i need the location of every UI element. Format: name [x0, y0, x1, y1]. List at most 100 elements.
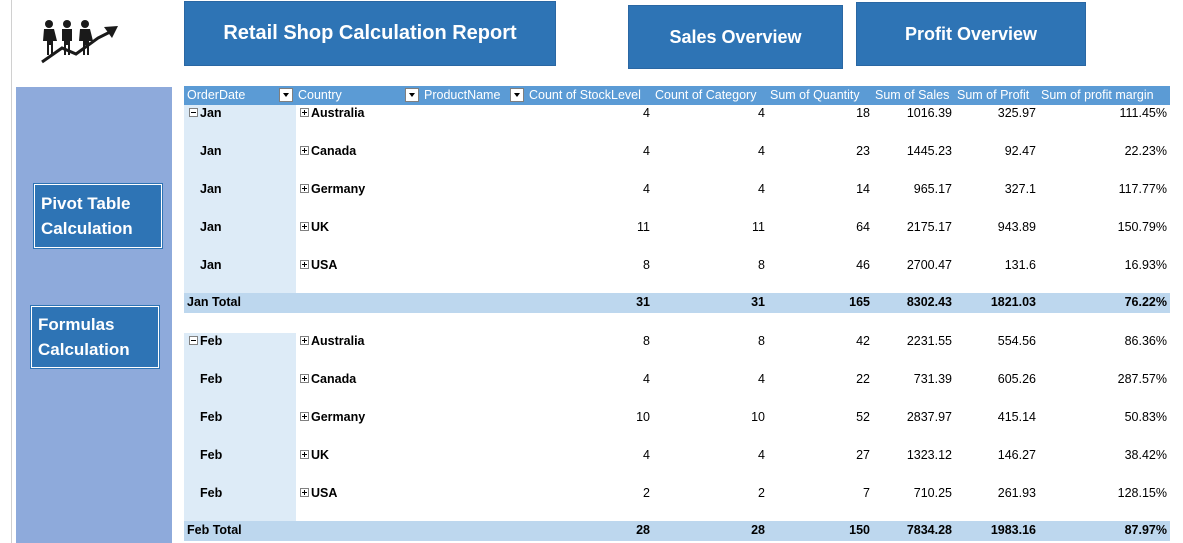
row-orderdate[interactable]: Jan [189, 106, 222, 120]
cell-sales: 2700.47 [906, 258, 952, 272]
cell-profit: 415.14 [997, 410, 1036, 424]
total-label: Jan Total [187, 295, 241, 309]
cell-category: 4 [758, 182, 765, 196]
row-country[interactable]: Canada [300, 144, 356, 158]
orderdate-filter-dropdown-icon[interactable] [279, 88, 293, 102]
expand-icon[interactable] [300, 412, 309, 421]
cell-sales: 2231.55 [906, 334, 952, 348]
country-label: Australia [311, 106, 365, 120]
row-country[interactable]: Canada [300, 372, 356, 386]
cell-sales: 1445.23 [906, 144, 952, 158]
row-country[interactable]: UK [300, 448, 329, 462]
row-country[interactable]: UK [300, 220, 329, 234]
expand-icon[interactable] [300, 260, 309, 269]
col-header-orderdate: OrderDate [187, 88, 246, 102]
expand-icon[interactable] [300, 336, 309, 345]
cell-qty: 7 [863, 486, 870, 500]
col-header-sum-quantity: Sum of Quantity [770, 88, 860, 102]
row-country[interactable]: Australia [300, 334, 365, 348]
row-country[interactable]: Germany [300, 410, 365, 424]
cell-sales: 710.25 [913, 486, 952, 500]
total-qty: 150 [849, 523, 870, 537]
row-country[interactable]: Australia [300, 106, 365, 120]
cell-category: 8 [758, 258, 765, 272]
country-filter-dropdown-icon[interactable] [405, 88, 419, 102]
row-country[interactable]: USA [300, 258, 337, 272]
pivot-button-line-2: Calculation [41, 219, 133, 238]
orderdate-label: Feb [200, 372, 223, 386]
country-label: UK [311, 448, 330, 462]
pivot-table-calculation-button[interactable]: Pivot Table Calculation [33, 183, 163, 249]
cell-margin: 50.83% [1124, 410, 1167, 424]
row-orderdate: Jan [200, 182, 222, 196]
formulas-calculation-button[interactable]: Formulas Calculation [30, 305, 160, 369]
cell-stock: 4 [643, 106, 650, 120]
cell-sales: 1016.39 [906, 106, 952, 120]
total-sales: 8302.43 [906, 295, 952, 309]
cell-stock: 8 [643, 258, 650, 272]
cell-margin: 86.36% [1124, 334, 1167, 348]
row-country[interactable]: Germany [300, 182, 365, 196]
cell-qty: 42 [856, 334, 870, 348]
total-profit: 1983.16 [990, 523, 1036, 537]
sales-overview-button[interactable]: Sales Overview [628, 5, 843, 69]
people-growth-icon [41, 20, 118, 64]
pivot-header-row: OrderDate Country ProductName Count of S… [184, 86, 1170, 105]
col-header-country: Country [298, 88, 342, 102]
expand-icon[interactable] [300, 108, 309, 117]
country-label: Germany [311, 182, 366, 196]
orderdate-label: Feb [200, 486, 223, 500]
report-title-button[interactable]: Retail Shop Calculation Report [184, 1, 556, 66]
total-qty: 165 [849, 295, 870, 309]
cell-profit: 325.97 [997, 106, 1036, 120]
total-margin: 87.97% [1124, 523, 1167, 537]
cell-margin: 111.45% [1119, 106, 1168, 120]
cell-qty: 64 [856, 220, 870, 234]
country-label: Australia [311, 334, 365, 348]
expand-icon[interactable] [300, 184, 309, 193]
expand-icon[interactable] [300, 222, 309, 231]
country-label: UK [311, 220, 330, 234]
cell-stock: 4 [643, 448, 650, 462]
cell-sales: 965.17 [913, 182, 952, 196]
cell-stock: 11 [637, 220, 650, 234]
total-profit: 1821.03 [990, 295, 1036, 309]
cell-profit: 146.27 [997, 448, 1036, 462]
collapse-icon[interactable] [189, 108, 198, 117]
profit-overview-button[interactable]: Profit Overview [856, 2, 1086, 66]
expand-icon[interactable] [300, 450, 309, 459]
total-category: 28 [751, 523, 765, 537]
expand-icon[interactable] [300, 146, 309, 155]
sheet-left-edge [0, 0, 12, 543]
row-orderdate: Feb [200, 448, 222, 462]
row-orderdate: Feb [200, 372, 222, 386]
row-orderdate: Jan [200, 258, 222, 272]
orderdate-label: Feb [200, 334, 223, 348]
country-label: USA [311, 486, 338, 500]
cell-sales: 1323.12 [906, 448, 952, 462]
expand-icon[interactable] [300, 374, 309, 383]
cell-category: 8 [758, 334, 765, 348]
total-stock: 28 [636, 523, 650, 537]
row-orderdate[interactable]: Feb [189, 334, 222, 348]
cell-profit: 605.26 [997, 372, 1036, 386]
cell-qty: 18 [856, 106, 870, 120]
cell-category: 4 [758, 144, 765, 158]
cell-profit: 261.93 [997, 486, 1036, 500]
total-category: 31 [751, 295, 765, 309]
row-orderdate: Feb [200, 486, 222, 500]
pivot-button-line-1: Pivot Table [41, 194, 131, 213]
cell-profit: 327.1 [1004, 182, 1036, 196]
country-label: Canada [311, 372, 357, 386]
orderdate-label: Jan [200, 144, 222, 158]
cell-stock: 10 [636, 410, 650, 424]
cell-qty: 52 [856, 410, 870, 424]
productname-filter-dropdown-icon[interactable] [510, 88, 524, 102]
cell-profit: 943.89 [997, 220, 1036, 234]
cell-stock: 8 [643, 334, 650, 348]
cell-category: 2 [758, 486, 765, 500]
cell-category: 11 [752, 220, 765, 234]
row-country[interactable]: USA [300, 486, 337, 500]
expand-icon[interactable] [300, 488, 309, 497]
collapse-icon[interactable] [189, 336, 198, 345]
